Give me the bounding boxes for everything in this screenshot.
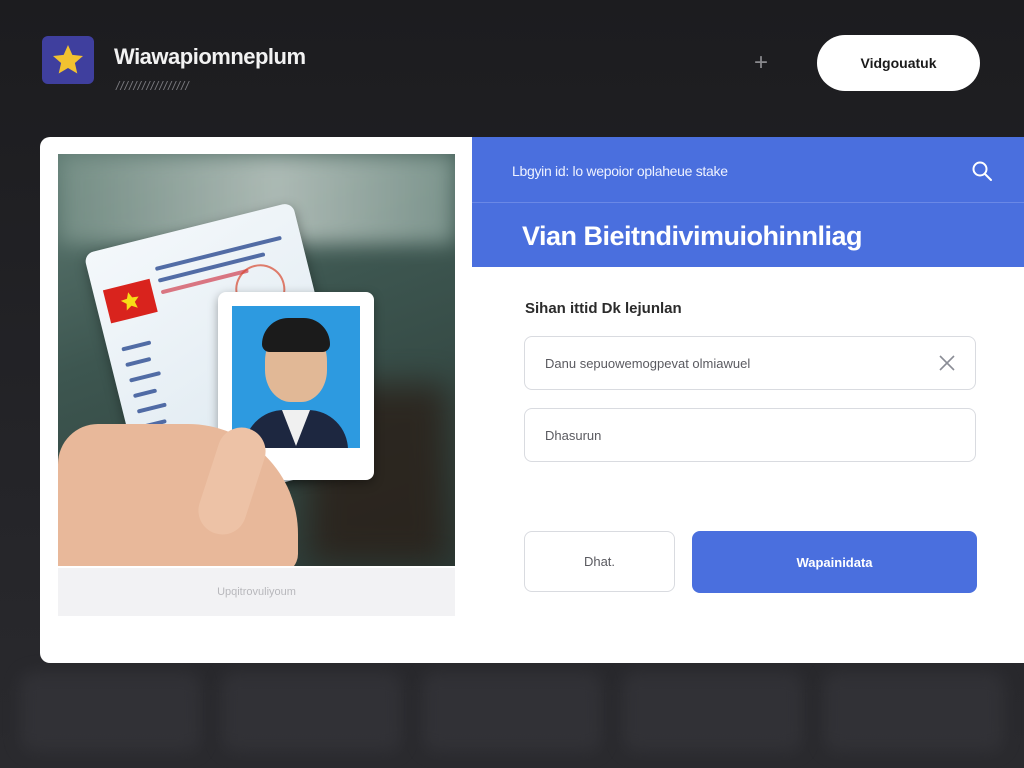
input-value: Dhasurun	[545, 428, 602, 443]
background-thumbnails	[0, 662, 1024, 768]
card-text-line	[121, 340, 152, 352]
text-input-1[interactable]: Danu sepuowemogpevat olmiawuel	[524, 336, 976, 390]
field-label: Sihan ittid Dk lejunlan	[525, 300, 682, 317]
form-title: Vian Bieitndivimuiohinnliag	[522, 221, 863, 251]
form-header: Lbgyin id: lo wepoior oplaheue stake Via…	[472, 137, 1024, 267]
portrait-image	[232, 306, 360, 448]
clear-input-button[interactable]	[937, 353, 957, 373]
cancel-button[interactable]: Dhat.	[524, 531, 675, 592]
header-divider	[472, 202, 1024, 203]
text-input-2[interactable]: Dhasurun	[524, 408, 976, 462]
card-text-line	[132, 388, 158, 399]
add-button[interactable]: +	[748, 50, 774, 76]
flag-star-icon	[120, 292, 139, 311]
background-thumbnail	[622, 672, 804, 752]
vietnam-flag-icon	[102, 278, 158, 324]
card-text-line	[125, 356, 152, 368]
card-text-line	[129, 370, 162, 383]
id-card-photo	[58, 154, 455, 566]
photo-panel: Upqitrovuliyoum	[40, 137, 472, 663]
main-card: Upqitrovuliyoum Lbgyin id: lo wepoior op…	[40, 137, 1024, 663]
submit-button[interactable]: Wapainidata	[692, 531, 977, 593]
star-icon	[53, 45, 83, 74]
card-text-line	[136, 402, 167, 414]
close-icon	[939, 355, 955, 371]
header-action-button[interactable]: Vidgouatuk	[817, 35, 980, 91]
background-thumbnail	[220, 672, 402, 752]
background-thumbnail	[823, 672, 1004, 752]
background-thumbnail	[421, 672, 603, 752]
search-button[interactable]	[970, 159, 994, 183]
app-logo[interactable]	[42, 36, 94, 84]
app-title: Wiawapiomneplum	[114, 44, 306, 69]
photo-caption: Upqitrovuliyoum	[58, 568, 455, 616]
search-icon	[972, 161, 992, 181]
breadcrumb[interactable]: Lbgyin id: lo wepoior oplaheue stake	[512, 163, 728, 179]
portrait-hair	[262, 318, 330, 352]
app-subtitle: /////////////////	[116, 79, 190, 93]
input-value: Danu sepuowemogpevat olmiawuel	[545, 356, 751, 371]
background-thumbnail	[20, 672, 201, 752]
